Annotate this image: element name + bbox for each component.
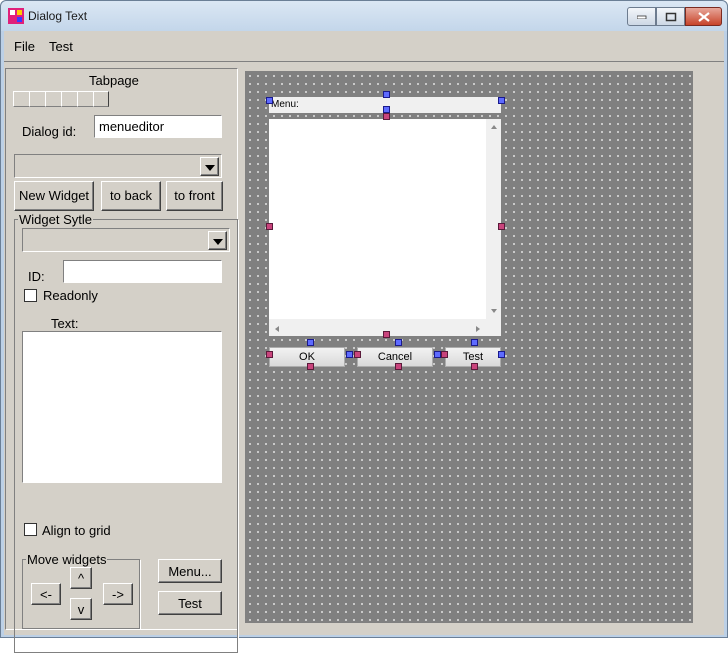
dialog-text-widget[interactable] [269,119,501,336]
resize-handle[interactable] [395,363,402,370]
move-widgets-title: Move widgets [26,552,108,567]
tabpage-label: Tabpage [89,73,139,88]
window-client: File Test Tabpage Dialog id: menueditor … [4,31,724,653]
chevron-down-icon[interactable] [208,231,227,250]
tabpage-cell[interactable] [29,91,45,107]
move-widgets-group: Move widgets ^ <- -> v [22,552,140,629]
scroll-right-icon[interactable] [472,322,484,336]
design-canvas[interactable]: Menu: OK Cancel Test [245,71,693,623]
dialog-text-field[interactable] [269,119,486,319]
app-icon [8,8,24,24]
title-bar[interactable]: Dialog Text [1,1,727,31]
resize-handle[interactable] [383,331,390,338]
resize-handle[interactable] [395,339,402,346]
resize-handle[interactable] [471,339,478,346]
close-icon [697,11,710,22]
new-widget-button[interactable]: New Widget [14,181,94,211]
readonly-label: Readonly [43,288,98,303]
resize-handle[interactable] [383,91,390,98]
widget-select[interactable] [14,154,222,178]
resize-handle[interactable] [346,351,353,358]
id-label: ID: [28,269,45,284]
resize-handle[interactable] [441,351,448,358]
move-down-button[interactable]: v [70,598,92,620]
window-title: Dialog Text [28,9,88,23]
menu-button[interactable]: Menu... [158,559,222,583]
resize-handle[interactable] [498,97,505,104]
move-right-button[interactable]: -> [103,583,133,605]
resize-handle[interactable] [307,363,314,370]
horizontal-scrollbar[interactable] [269,322,486,336]
to-back-button[interactable]: to back [101,181,161,211]
resize-handle[interactable] [383,113,390,120]
resize-handle[interactable] [498,351,505,358]
chevron-down-icon[interactable] [200,157,219,176]
main-window: Dialog Text File Test Tabpage Dialog id:… [0,0,728,653]
scroll-left-icon[interactable] [271,322,283,336]
align-to-grid-checkbox[interactable] [24,523,37,536]
scroll-up-icon[interactable] [487,121,501,133]
menu-test[interactable]: Test [46,39,76,54]
menu-bar: File Test [4,31,724,62]
widget-style-title: Widget Sytle [18,212,93,227]
control-panel: Tabpage Dialog id: menueditor New Widget… [5,68,238,653]
move-left-button[interactable]: <- [31,583,61,605]
align-to-grid-label: Align to grid [42,523,111,538]
scroll-down-icon[interactable] [487,305,501,317]
minimize-icon [636,15,646,19]
to-front-button[interactable]: to front [166,181,223,211]
maximize-button[interactable] [656,7,685,26]
close-button[interactable] [685,7,722,26]
minimize-button[interactable] [627,7,656,26]
readonly-checkbox[interactable] [24,289,37,302]
menu-file[interactable]: File [11,39,38,54]
tabpage-selector[interactable] [13,91,109,107]
dialog-id-label: Dialog id: [22,124,77,139]
resize-handle[interactable] [498,223,505,230]
tabpage-cell[interactable] [77,91,93,107]
resize-handle[interactable] [307,339,314,346]
resize-handle[interactable] [434,351,441,358]
dialog-id-field[interactable]: menueditor [94,115,222,138]
text-label: Text: [51,316,79,331]
widget-text-area[interactable] [22,331,222,483]
resize-handle[interactable] [383,106,390,113]
move-up-button[interactable]: ^ [70,567,92,589]
resize-handle[interactable] [354,351,361,358]
style-select[interactable] [22,228,230,252]
maximize-icon [665,12,676,21]
vertical-scrollbar[interactable] [487,119,501,319]
widget-id-field[interactable] [63,260,222,283]
resize-handle[interactable] [471,363,478,370]
tabpage-cell[interactable] [93,91,109,107]
tabpage-cell[interactable] [45,91,61,107]
resize-handle[interactable] [266,351,273,358]
tabpage-cell[interactable] [61,91,77,107]
resize-handle[interactable] [266,223,273,230]
resize-handle[interactable] [266,97,273,104]
test-button[interactable]: Test [158,591,222,615]
tabpage-cell[interactable] [13,91,29,107]
